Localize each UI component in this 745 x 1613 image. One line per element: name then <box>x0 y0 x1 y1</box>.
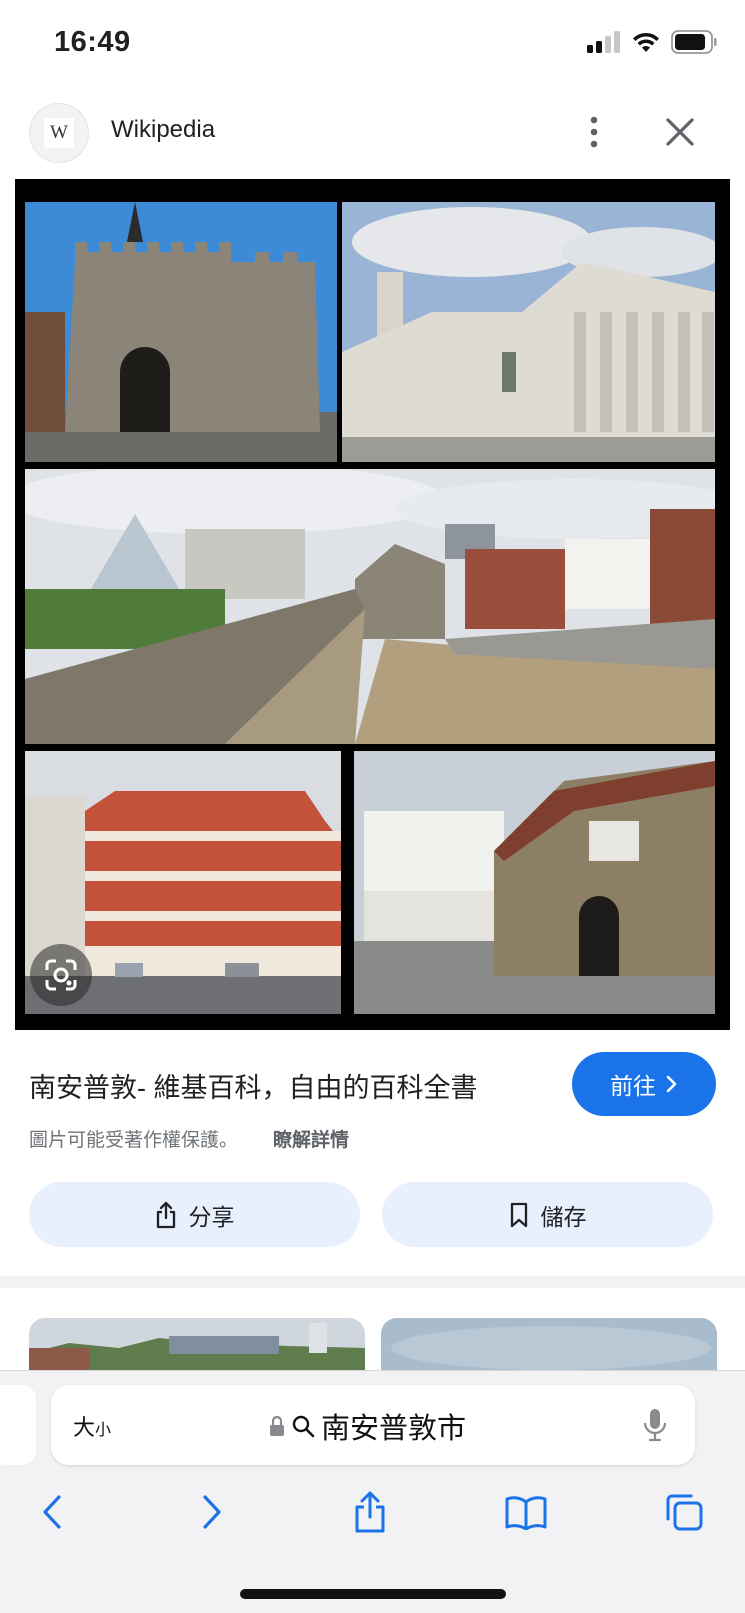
address-field[interactable]: 南安普敦市 <box>269 1405 466 1447</box>
share-icon <box>355 1491 385 1533</box>
chevron-right-icon <box>666 1075 677 1093</box>
microphone-icon[interactable] <box>642 1407 668 1443</box>
wifi-icon <box>633 32 659 52</box>
site-logo[interactable]: W <box>29 103 89 163</box>
signal-icon <box>587 31 620 53</box>
home-indicator[interactable] <box>240 1589 506 1599</box>
photo-stone-hall <box>354 751 715 1014</box>
visit-label: 前往 <box>610 1073 656 1099</box>
forward-button[interactable] <box>188 1488 236 1536</box>
share-button[interactable]: 分享 <box>29 1182 360 1247</box>
address-text: 南安普敦市 <box>321 1413 467 1445</box>
share-icon <box>156 1201 175 1228</box>
share-page-button[interactable] <box>346 1488 394 1536</box>
lock-icon <box>270 1415 284 1436</box>
bookmark-icon <box>510 1202 527 1227</box>
related-image-1[interactable] <box>29 1318 365 1378</box>
photo-civic-centre <box>342 202 715 462</box>
wikipedia-logo-icon: W <box>44 118 74 148</box>
result-image[interactable] <box>15 179 730 1030</box>
previous-tab-card[interactable] <box>0 1385 36 1465</box>
site-name[interactable]: Wikipedia <box>111 116 215 144</box>
tabs-button[interactable] <box>660 1488 708 1536</box>
text-size-large: 大 <box>73 1415 96 1440</box>
forward-icon <box>203 1495 221 1529</box>
section-divider <box>0 1276 745 1288</box>
more-options-icon[interactable] <box>577 112 611 152</box>
save-label: 儲存 <box>540 1203 587 1230</box>
text-size-button[interactable]: 大小 <box>73 1410 111 1442</box>
status-icons <box>587 30 717 54</box>
text-size-small: 小 <box>95 1422 112 1439</box>
related-image-2[interactable] <box>381 1318 717 1378</box>
search-icon <box>292 1415 315 1438</box>
back-icon <box>43 1495 61 1529</box>
save-button[interactable]: 儲存 <box>382 1182 713 1247</box>
book-icon <box>505 1496 547 1530</box>
photo-town-walls <box>25 469 715 744</box>
close-icon[interactable] <box>660 112 700 152</box>
tabs-icon <box>666 1494 703 1531</box>
google-lens-icon <box>45 959 77 991</box>
bookmarks-button[interactable] <box>502 1488 550 1536</box>
learn-more-link[interactable]: 瞭解詳情 <box>273 1125 349 1152</box>
result-title[interactable]: 南安普敦- 維基百科，自由的百科全書 <box>29 1066 478 1105</box>
copyright-notice: 圖片可能受著作權保護。 <box>29 1130 239 1151</box>
photo-bargate <box>25 202 337 462</box>
visit-button[interactable]: 前往 <box>572 1052 716 1116</box>
status-time: 16:49 <box>54 26 131 58</box>
share-label: 分享 <box>188 1203 235 1230</box>
back-button[interactable] <box>28 1488 76 1536</box>
battery-icon <box>671 30 717 54</box>
lens-search-button[interactable] <box>30 944 92 1006</box>
